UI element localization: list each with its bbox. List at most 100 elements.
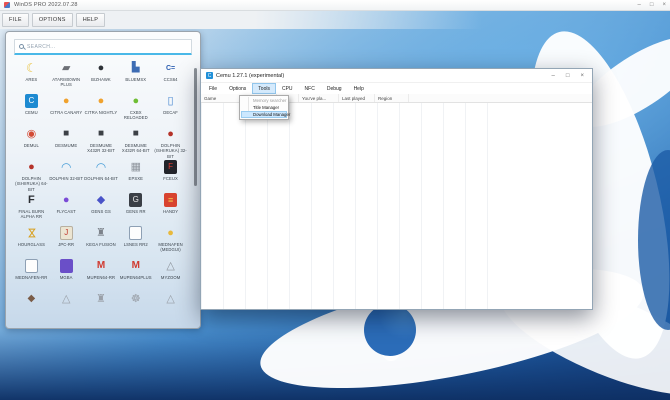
emulator-item[interactable]: M MUPEN64-RR <box>84 259 119 292</box>
cemu-menu-item[interactable]: Debug <box>321 83 348 94</box>
emulator-item[interactable]: ● DOLPHIN (ISHIIRUKA) 64-BIT <box>14 160 49 193</box>
fist-icon: ■ <box>60 127 73 141</box>
emulator-item[interactable]: ☸ <box>118 292 153 325</box>
emulator-item[interactable]: ● MEDNAFEN (MEDGUI) <box>153 226 188 259</box>
winds-menu-button[interactable]: HELP <box>76 13 106 27</box>
emulator-label: FCEUX <box>163 176 178 181</box>
dropdown-item-label: Title Manager <box>253 105 279 110</box>
emulator-item[interactable]: ● DOLPHIN (ISHIIRUKA) 32-BIT <box>153 127 188 160</box>
emulator-item[interactable]: MEDNAFEN-RR <box>14 259 49 292</box>
cemu-menu-item[interactable]: Help <box>348 83 370 94</box>
cemu-close-button[interactable]: × <box>580 73 584 79</box>
winds-app-icon <box>4 2 10 8</box>
search-icon <box>19 44 24 49</box>
emulator-item[interactable]: ◠ DOLPHIN 32-BIT <box>49 160 84 193</box>
emulator-label: LSNES RR2 <box>124 242 148 247</box>
document-icon: ▯ <box>164 94 177 108</box>
cemu-maximize-button[interactable]: □ <box>566 73 570 79</box>
spiral-disc-icon: ◉ <box>25 127 38 141</box>
column-header[interactable]: Region <box>375 94 409 102</box>
cemu-menu-item[interactable]: CPU <box>276 83 299 94</box>
emulator-item[interactable]: G GENS RR <box>118 193 153 226</box>
emulator-item[interactable]: ♜ <box>84 292 119 325</box>
emulator-label: FINAL BURN ALPHA RR <box>14 209 49 220</box>
emulator-label: GENS GS <box>91 209 111 214</box>
emulator-label: CXBX RELOADED <box>118 110 153 121</box>
search-box[interactable] <box>14 39 192 55</box>
winds-menu-button[interactable]: FILE <box>2 13 29 27</box>
emulator-item[interactable]: ◠ DOLPHIN 64-BIT <box>84 160 119 193</box>
triangle-logo-icon: △ <box>164 259 177 273</box>
column-label: Last played <box>342 96 365 101</box>
emulator-item[interactable]: ● CITRA CANARY <box>49 94 84 127</box>
cemu-menubar: File Options Tools CPU NFC Debug Help <box>201 83 592 94</box>
emulator-grid: ☾ ARES ▰ ATARI800WIN PLUS ● BIZHAWK ▙ BL… <box>6 59 200 325</box>
emulator-item[interactable]: ▰ ATARI800WIN PLUS <box>49 61 84 94</box>
gens-icon: G <box>129 193 142 207</box>
emulator-item[interactable]: LSNES RR2 <box>118 226 153 259</box>
emulator-item[interactable]: △ <box>153 292 188 325</box>
emulator-item[interactable]: ♜ KEGA FUSION <box>84 226 119 259</box>
winds-menu-button[interactable]: OPTIONS <box>32 13 73 27</box>
emulator-item[interactable]: C CEMU <box>14 94 49 127</box>
emulator-item[interactable]: MGBA <box>49 259 84 292</box>
emulator-item[interactable]: F FCEUX <box>153 160 188 193</box>
dropdown-menu-item[interactable]: Memory searcher <box>241 97 287 104</box>
emulator-item[interactable]: ☾ ARES <box>14 61 49 94</box>
emulator-item[interactable]: ● CITRA NIGHTLY <box>84 94 119 127</box>
cemu-titlebar[interactable]: C Cemu 1.27.1 (experimental) – □ × <box>201 69 592 83</box>
column-header[interactable]: You've pla... <box>299 94 339 102</box>
emulator-label: MUPEN64-RR <box>87 275 115 280</box>
emulator-label: DOLPHIN (ISHIIRUKA) 64-BIT <box>14 176 49 192</box>
castle-icon: ♜ <box>94 226 107 240</box>
emulator-item[interactable]: ≡ HANDY <box>153 193 188 226</box>
emulator-item[interactable]: △ <box>49 292 84 325</box>
emulator-item[interactable]: J JPC-RR <box>49 226 84 259</box>
emulator-item[interactable]: ■ DESMUME X432R 64-BIT <box>118 127 153 160</box>
cemu-menu-label: Options <box>229 86 246 92</box>
dolphin-icon: ◠ <box>94 160 107 174</box>
cemu-menu-label: CPU <box>282 86 293 92</box>
emulator-label: HOURGLASS <box>18 242 45 247</box>
emulator-item[interactable]: ■ DESMUME X432R 32-BIT <box>84 127 119 160</box>
emulator-item[interactable]: ▯ DECAF <box>153 94 188 127</box>
emulator-item[interactable]: M MUPEN64PLUS <box>118 259 153 292</box>
winds-titlebar[interactable]: WinDS PRO 2022.07.28 – □ × <box>0 0 670 11</box>
cemu-menu-item[interactable]: Options <box>223 83 252 94</box>
emulator-item[interactable]: ⋈ HOURGLASS <box>14 226 49 259</box>
emulator-label: BLUEMSX <box>125 77 146 82</box>
winds-maximize-button[interactable]: □ <box>650 2 654 8</box>
cartridge-icon: ▰ <box>60 61 73 75</box>
emulator-label: JPC-RR <box>58 242 74 247</box>
emulator-label: MUPEN64PLUS <box>120 275 152 280</box>
dropdown-menu-item[interactable]: Title Manager <box>241 104 287 111</box>
emulator-item[interactable]: ■ DESMUME <box>49 127 84 160</box>
winds-minimize-button[interactable]: – <box>638 2 641 8</box>
emulator-item[interactable]: ● CXBX RELOADED <box>118 94 153 127</box>
column-header[interactable]: Last played <box>339 94 375 102</box>
column-separators <box>201 103 488 309</box>
emulator-item[interactable]: ● FLYCAST <box>49 193 84 226</box>
cemu-minimize-button[interactable]: – <box>552 73 555 79</box>
emulator-item[interactable]: ◉ DEMUL <box>14 127 49 160</box>
cemu-menu-item[interactable]: File <box>203 83 223 94</box>
emulator-item[interactable]: ◆ <box>14 292 49 325</box>
emulator-item[interactable]: ▦ EPSXE <box>118 160 153 193</box>
emulator-item[interactable]: ◆ GENS GS <box>84 193 119 226</box>
emulator-item[interactable]: △ MYZOOM <box>153 259 188 292</box>
dropdown-menu-item[interactable]: Download Manager <box>241 111 287 118</box>
citrus-icon: ● <box>60 94 73 108</box>
panel-scrollbar[interactable] <box>194 68 197 186</box>
letter-f-icon: F <box>25 193 38 207</box>
emulator-label: FLYCAST <box>57 209 76 214</box>
emulator-item[interactable]: ▙ BLUEMSX <box>118 61 153 94</box>
emulator-item[interactable]: C= CCS64 <box>153 61 188 94</box>
winds-close-button[interactable]: × <box>662 2 666 8</box>
cemu-menu-item[interactable]: Tools <box>252 83 276 94</box>
emulator-item[interactable]: F FINAL BURN ALPHA RR <box>14 193 49 226</box>
cemu-menu-item[interactable]: NFC <box>299 83 321 94</box>
search-input[interactable] <box>27 44 187 50</box>
emulator-item[interactable]: ● BIZHAWK <box>84 61 119 94</box>
winds-title: WinDS PRO 2022.07.28 <box>14 2 78 8</box>
red-orb-icon: ● <box>25 160 38 174</box>
